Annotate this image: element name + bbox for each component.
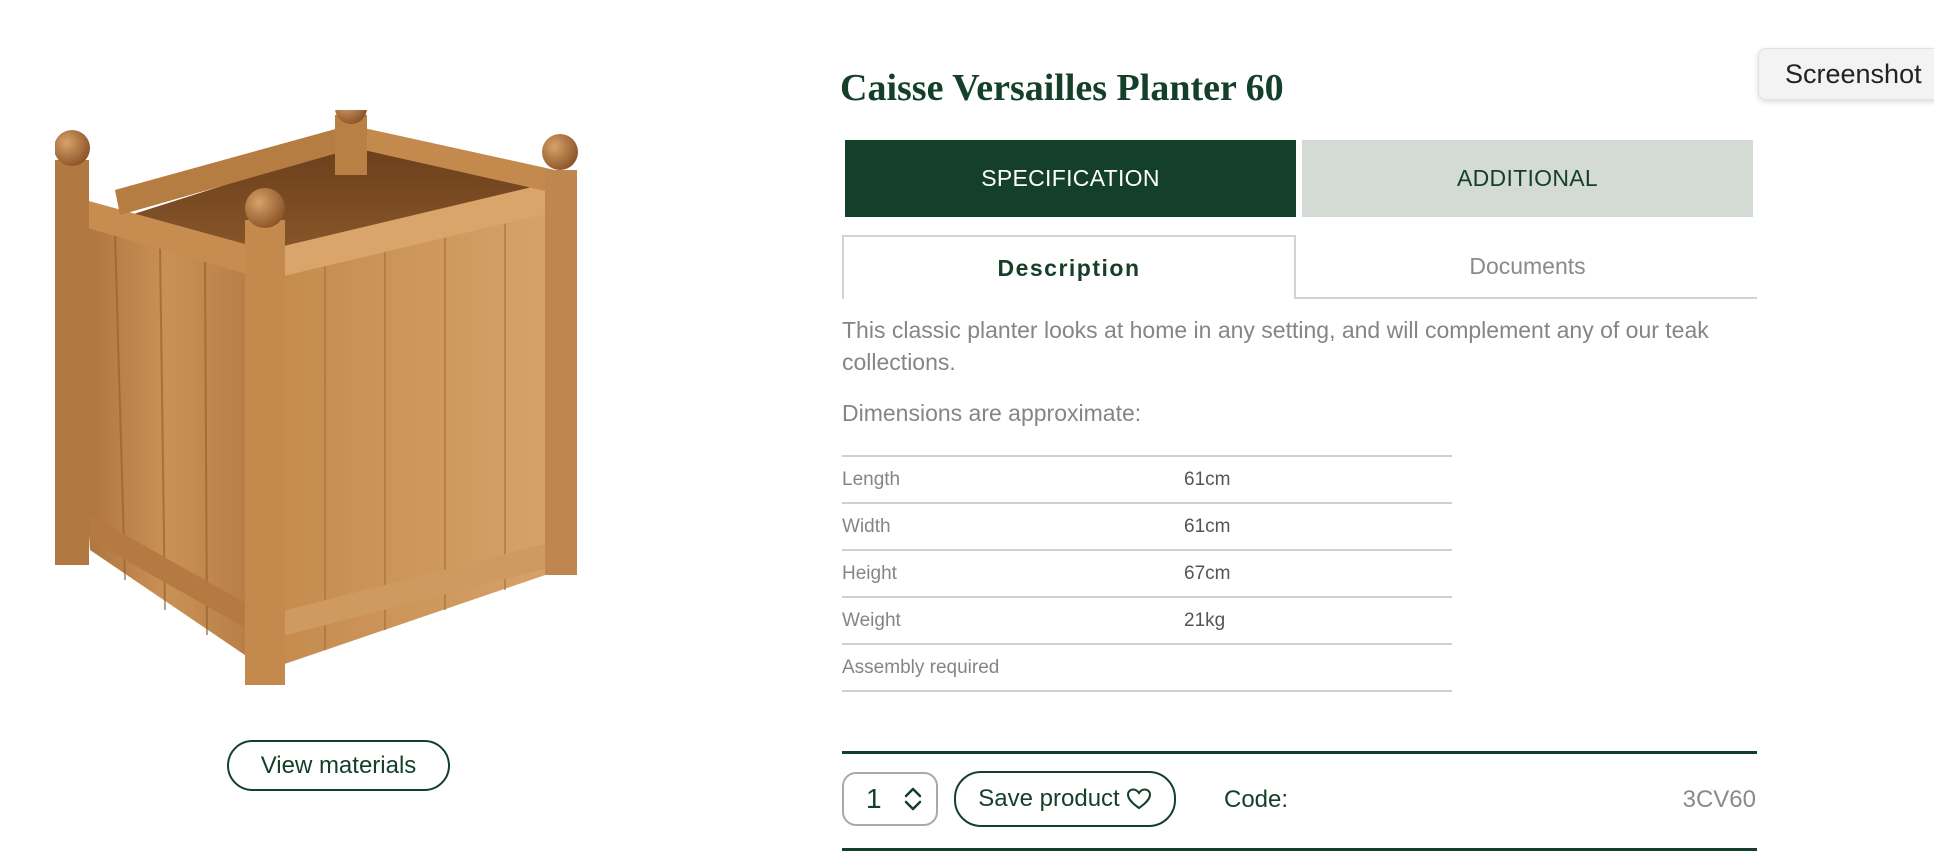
tab-additional[interactable]: ADDITIONAL: [1302, 140, 1753, 217]
quantity-value[interactable]: 1: [866, 783, 894, 815]
cart-divider-bottom: [842, 848, 1757, 851]
spec-table: Length 61cm Width 61cm Height 67cm Weigh…: [842, 455, 1452, 692]
planter-illustration: [54, 92, 578, 685]
spec-value: 61cm: [1184, 503, 1452, 551]
table-row: Length 61cm: [842, 456, 1452, 504]
spec-value: 67cm: [1184, 550, 1452, 598]
subtab-documents[interactable]: Documents: [1298, 235, 1757, 298]
description-text: This classic planter looks at home in an…: [842, 317, 1709, 375]
spec-value: 61cm: [1184, 456, 1452, 504]
table-row: Height 67cm: [842, 550, 1452, 598]
spec-label: Height: [842, 550, 1184, 598]
product-image: [54, 92, 615, 690]
chevron-down-icon[interactable]: [904, 800, 922, 812]
product-code-value: 3CV60: [1682, 786, 1756, 813]
product-title: Caisse Versailles Planter 60: [840, 67, 1284, 109]
tab-specification[interactable]: SPECIFICATION: [845, 140, 1296, 217]
spec-label: Width: [842, 503, 1184, 551]
chevron-up-down-icon[interactable]: [904, 786, 922, 812]
screenshot-tooltip: Screenshot: [1758, 48, 1934, 100]
cart-divider-top: [842, 751, 1757, 754]
save-product-button[interactable]: Save product: [954, 771, 1176, 827]
save-product-label: Save product: [978, 785, 1120, 812]
spec-value: [1184, 644, 1452, 692]
spec-value: 21kg: [1184, 597, 1452, 645]
view-materials-button[interactable]: View materials: [227, 740, 450, 791]
quantity-stepper[interactable]: 1: [842, 772, 938, 826]
table-row: Weight 21kg: [842, 597, 1452, 645]
chevron-up-icon[interactable]: [904, 786, 922, 798]
table-row: Width 61cm: [842, 503, 1452, 551]
product-code-label: Code:: [1224, 786, 1289, 813]
dimensions-heading: Dimensions are approximate:: [842, 400, 1142, 426]
spec-label: Weight: [842, 597, 1184, 645]
heart-icon: [1126, 788, 1151, 810]
table-row: Assembly required: [842, 644, 1452, 692]
subtab-description[interactable]: Description: [842, 235, 1296, 299]
spec-label: Assembly required: [842, 644, 1184, 692]
spec-label: Length: [842, 456, 1184, 504]
